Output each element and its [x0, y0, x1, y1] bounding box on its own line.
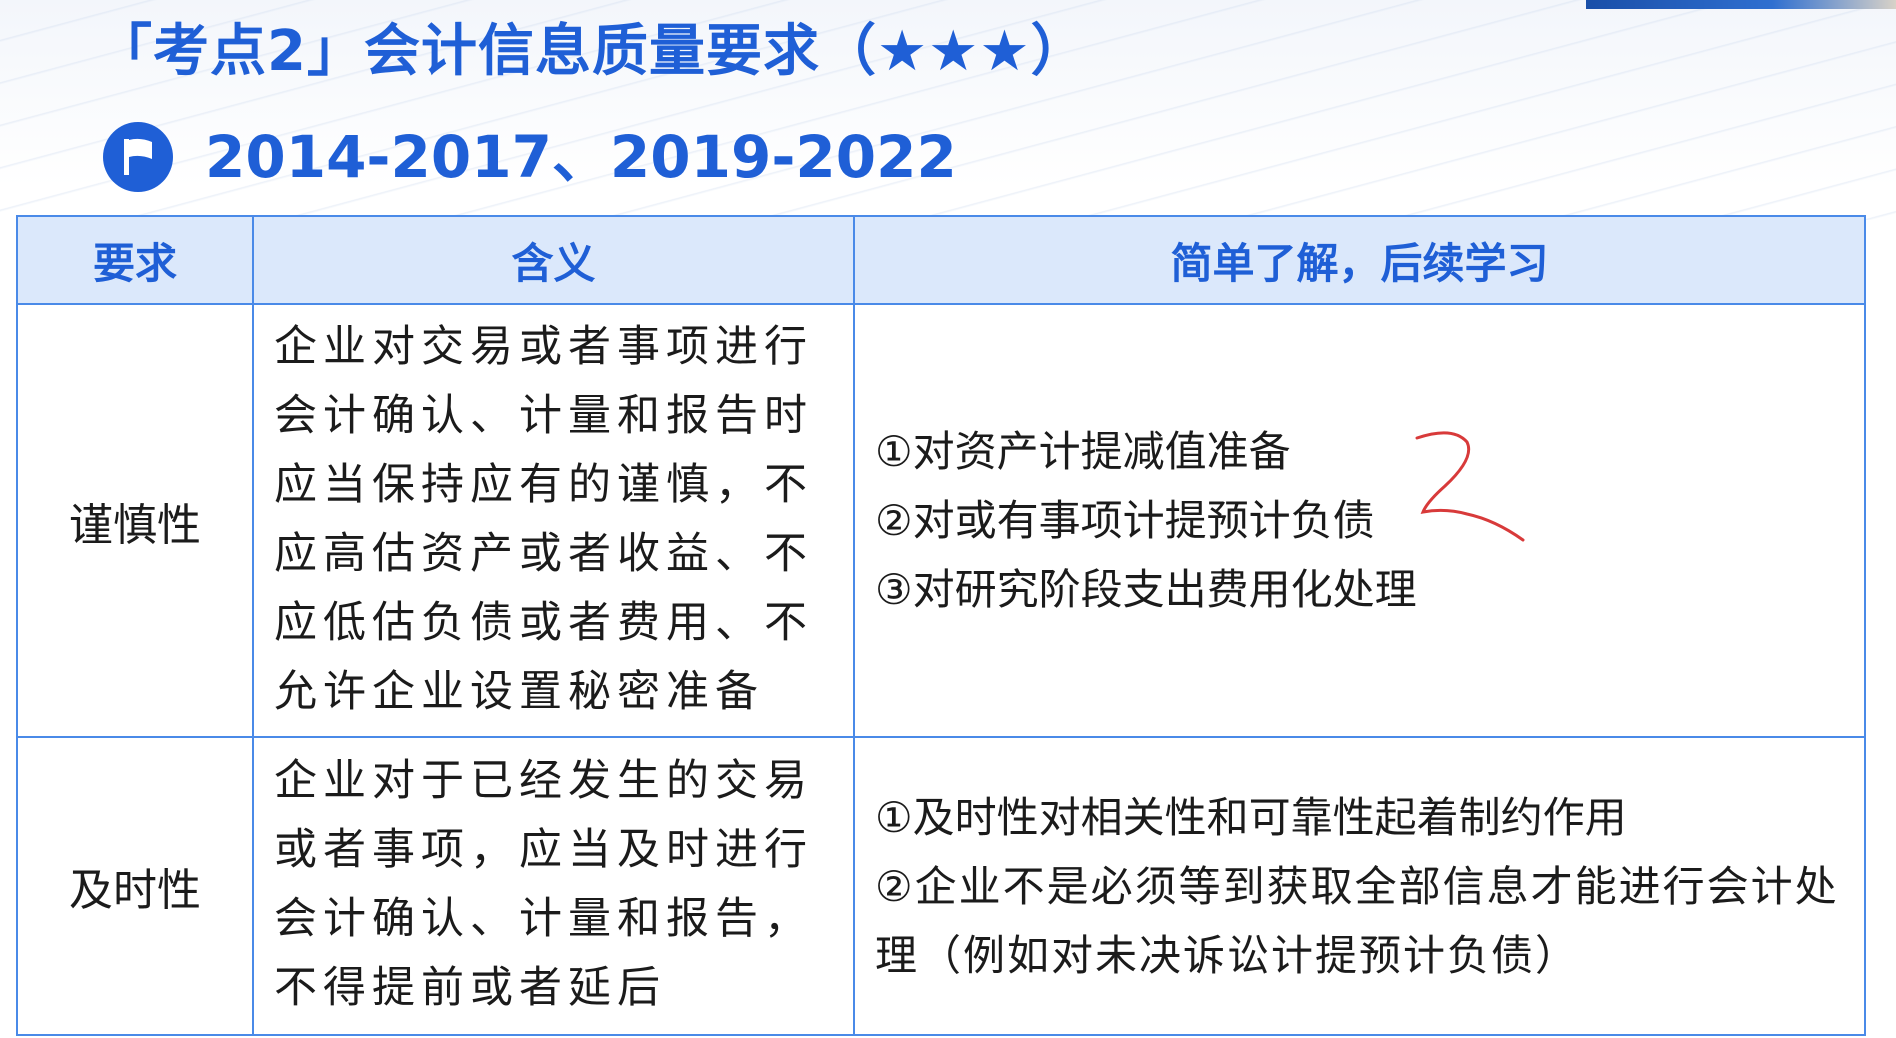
column-header-notes: 简单了解，后续学习	[853, 215, 1866, 305]
column-header-meaning: 含义	[252, 215, 855, 305]
table-row: 谨慎性 企业对交易或者事项进行会计确认、计量和报告时应当保持应有的谨慎，不应高估…	[16, 303, 1866, 738]
notes-cell: ①及时性对相关性和可靠性起着制约作用 ②企业不是必须等到获取全部信息才能进行会计…	[853, 736, 1866, 1036]
note-item: ③对研究阶段支出费用化处理	[875, 565, 1417, 614]
requirement-cell: 谨慎性	[16, 303, 254, 738]
note-item: ②企业不是必须等到获取全部信息才能进行会计处理（例如对未决诉讼计提预计负债）	[875, 861, 1839, 980]
page-title: 「考点2」会计信息质量要求（★★★）	[96, 19, 1088, 84]
years-row: 2014-2017、2019-2022	[103, 122, 957, 192]
note-item: ②对或有事项计提预计负债	[875, 496, 1375, 545]
quality-requirements-table: 要求 含义 简单了解，后续学习 谨慎性 企业对交易或者事项进行会计确认、计量和报…	[16, 215, 1866, 1036]
notes-cell: ①对资产计提减值准备 ②对或有事项计提预计负债 ③对研究阶段支出费用化处理	[853, 303, 1866, 738]
column-header-requirement: 要求	[16, 215, 254, 305]
table-row: 及时性 企业对于已经发生的交易或者事项，应当及时进行会计确认、计量和报告，不得提…	[16, 736, 1866, 1036]
meaning-cell: 企业对于已经发生的交易或者事项，应当及时进行会计确认、计量和报告，不得提前或者延…	[252, 736, 855, 1036]
note-item: ①对资产计提减值准备	[875, 427, 1291, 476]
flag-icon	[103, 122, 173, 192]
note-item: ①及时性对相关性和可靠性起着制约作用	[875, 792, 1627, 842]
requirement-cell: 及时性	[16, 736, 254, 1036]
meaning-cell: 企业对交易或者事项进行会计确认、计量和报告时应当保持应有的谨慎，不应高估资产或者…	[252, 303, 855, 738]
exam-years: 2014-2017、2019-2022	[205, 123, 957, 191]
table-header-row: 要求 含义 简单了解，后续学习	[16, 215, 1866, 305]
corner-decoration	[1586, 0, 1896, 9]
